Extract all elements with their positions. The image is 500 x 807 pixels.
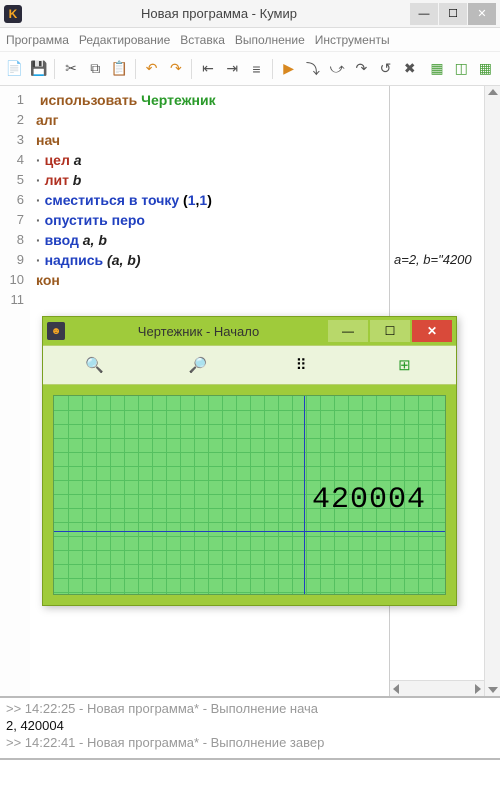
stop-icon[interactable]: ✖ xyxy=(399,58,420,80)
indent-right-icon[interactable]: ⇥ xyxy=(222,58,243,80)
step-over-icon[interactable]: ⤻ xyxy=(327,58,348,80)
y-axis xyxy=(304,396,305,594)
drawer-minimize-button[interactable]: — xyxy=(328,320,368,342)
bottom-pane xyxy=(0,758,500,806)
grid-icon[interactable]: ▦ xyxy=(426,58,447,80)
redo-icon[interactable]: ↷ xyxy=(165,58,186,80)
minimize-button[interactable]: — xyxy=(410,3,438,25)
cut-icon[interactable]: ✂ xyxy=(60,58,81,80)
close-button[interactable]: ✕ xyxy=(468,3,496,25)
run-icon[interactable]: ▶ xyxy=(278,58,299,80)
undo-icon[interactable]: ↶ xyxy=(141,58,162,80)
menu-program[interactable]: Программа xyxy=(6,33,69,47)
menubar: Программа Редактирование Вставка Выполне… xyxy=(0,28,500,52)
x-axis xyxy=(54,531,445,532)
save-icon[interactable]: 💾 xyxy=(28,58,49,80)
scrollbar-vertical[interactable] xyxy=(484,86,500,696)
menu-run[interactable]: Выполнение xyxy=(235,33,305,47)
drawer-window[interactable]: ☻ Чертежник - Начало — ☐ ✕ 🔍 🔎 ⠿ ⊞ // gr… xyxy=(42,316,457,606)
app-icon: K xyxy=(4,5,22,23)
drawer-titlebar[interactable]: ☻ Чертежник - Начало — ☐ ✕ xyxy=(43,317,456,345)
drawer-toolbar: 🔍 🔎 ⠿ ⊞ xyxy=(43,345,456,385)
grid-toggle-icon[interactable]: ⠿ xyxy=(289,353,313,377)
zoom-in-icon[interactable]: 🔍 xyxy=(83,353,107,377)
menu-insert[interactable]: Вставка xyxy=(180,33,225,47)
maximize-button[interactable]: ☐ xyxy=(439,3,467,25)
paste-icon[interactable]: 📋 xyxy=(109,58,130,80)
fit-icon[interactable]: ⊞ xyxy=(392,353,416,377)
console-line: >> 14:22:25 - Новая программа* - Выполне… xyxy=(6,700,494,717)
scrollbar-horizontal[interactable] xyxy=(390,680,484,696)
drawer-title: Чертежник - Начало xyxy=(71,324,326,339)
toolbar: 📄 💾 ✂ ⧉ 📋 ↶ ↷ ⇤ ⇥ ≡ ▶ ⤵ ⤻ ↷ ↺ ✖ ▦ ◫ ▦ xyxy=(0,52,500,86)
step-in-icon[interactable]: ⤵ xyxy=(302,58,323,80)
var-display: a=2, b="4200 xyxy=(394,252,472,267)
drawing-canvas[interactable]: // grid lines drawn via absolutely posit… xyxy=(53,395,446,595)
indent-left-icon[interactable]: ⇤ xyxy=(197,58,218,80)
panel-icon[interactable]: ◫ xyxy=(451,58,472,80)
list-icon[interactable]: ≡ xyxy=(246,58,267,80)
console-line: >> 14:22:41 - Новая программа* - Выполне… xyxy=(6,734,494,751)
console-line: 2, 420004 xyxy=(6,717,494,734)
menu-edit[interactable]: Редактирование xyxy=(79,33,170,47)
drawer-maximize-button[interactable]: ☐ xyxy=(370,320,410,342)
drawer-close-button[interactable]: ✕ xyxy=(412,320,452,342)
new-file-icon[interactable]: 📄 xyxy=(4,58,25,80)
menu-tools[interactable]: Инструменты xyxy=(315,33,390,47)
step-icon[interactable]: ↷ xyxy=(351,58,372,80)
main-area: 123 456 789 1011 использовать Чертежник … xyxy=(0,86,500,696)
gutter: 123 456 789 1011 xyxy=(0,86,30,696)
grid2-icon[interactable]: ▦ xyxy=(475,58,496,80)
step2-icon[interactable]: ↺ xyxy=(375,58,396,80)
zoom-out-icon[interactable]: 🔎 xyxy=(186,353,210,377)
canvas-label: 420004 xyxy=(312,483,426,517)
drawer-app-icon: ☻ xyxy=(47,322,65,340)
window-title: Новая программа - Кумир xyxy=(28,6,410,21)
copy-icon[interactable]: ⧉ xyxy=(85,58,106,80)
console[interactable]: >> 14:22:25 - Новая программа* - Выполне… xyxy=(0,696,500,758)
titlebar: K Новая программа - Кумир — ☐ ✕ xyxy=(0,0,500,28)
